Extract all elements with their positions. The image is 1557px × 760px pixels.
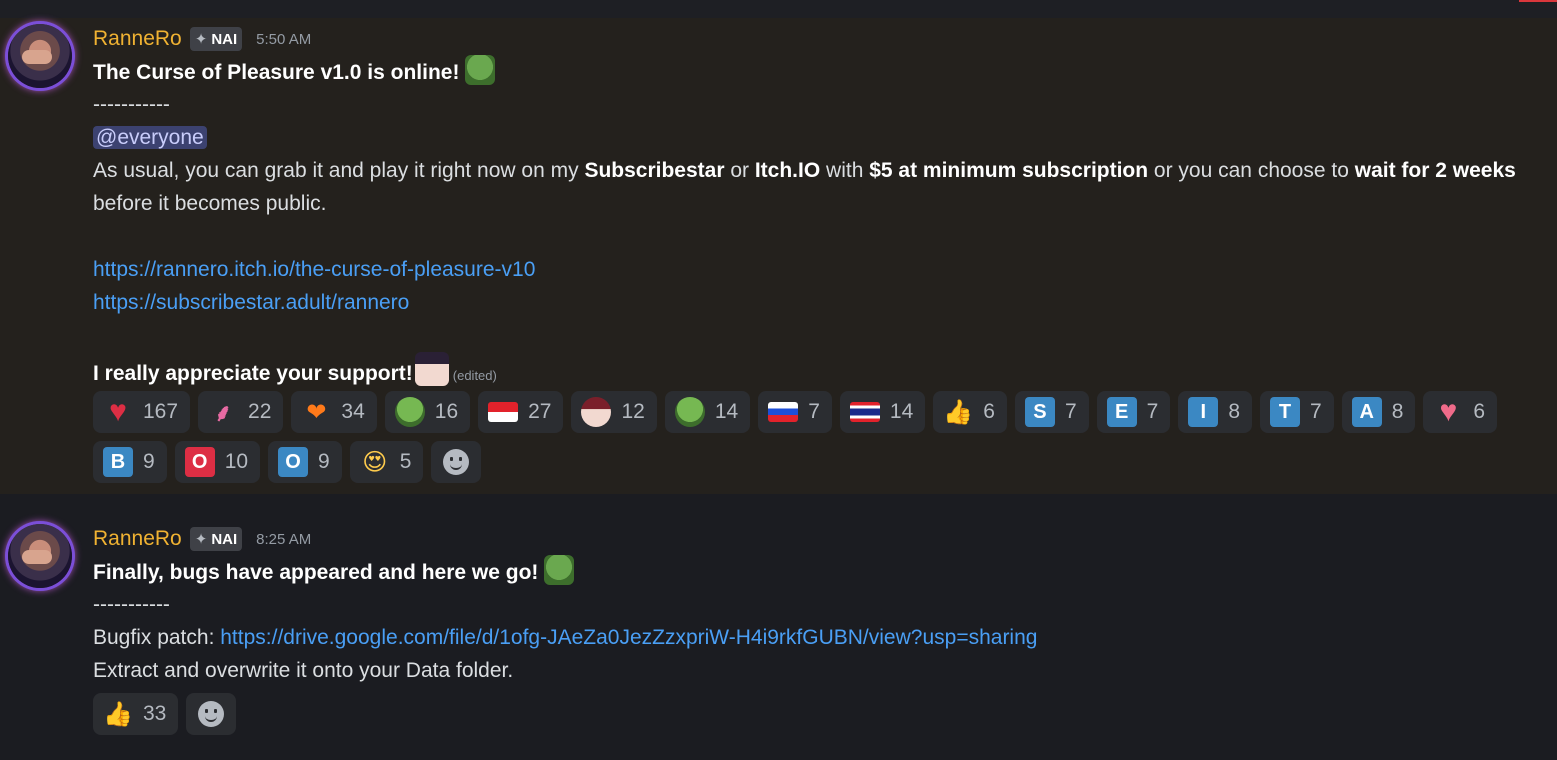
reaction-letter-t[interactable]: T7 (1260, 391, 1334, 433)
subscribestar-link[interactable]: https://subscribestar.adult/rannero (93, 291, 409, 314)
add-reaction-button[interactable] (431, 441, 482, 483)
red-heart-icon: ♥ (109, 395, 127, 428)
o-button-red-icon: O (184, 447, 215, 477)
b-button-icon: B (103, 447, 133, 477)
message-title-line: The Curse of Pleasure v1.0 is online! (93, 55, 1533, 88)
username[interactable]: RanneRo (93, 27, 182, 51)
everyone-mention[interactable]: @everyone (93, 126, 207, 149)
regional-i-icon: I (1188, 397, 1219, 427)
reaction-heart-on-fire[interactable]: ❤ 34 (291, 391, 377, 433)
add-reaction-icon (198, 701, 225, 727)
thanks-text: I really appreciate your support! (93, 362, 413, 385)
timestamp[interactable]: 5:50 AM (256, 31, 311, 48)
sparkle-icon: ✦ (194, 31, 208, 48)
edited-label: (edited) (452, 368, 497, 383)
regional-e-icon: E (1106, 397, 1137, 427)
thailand-flag-icon (849, 402, 880, 422)
reaction-anime-face[interactable]: 12 (571, 391, 657, 433)
reaction-sparkling-heart[interactable]: ♥ 6 (1423, 391, 1498, 433)
reaction-letter-e[interactable]: E7 (1096, 391, 1171, 433)
server-tag-label: NAI (211, 530, 238, 548)
russia-flag-icon (768, 402, 799, 422)
reaction-thumbs-up[interactable]: 👍 6 (933, 391, 1007, 433)
message-title: The Curse of Pleasure v1.0 is online! (93, 61, 460, 84)
pink-custom-emoji-icon: ⸙ (214, 399, 233, 427)
add-reaction-button[interactable] (186, 693, 237, 735)
message-content: The Curse of Pleasure v1.0 is online! --… (93, 55, 1533, 386)
sparkle-icon: ✦ (194, 531, 208, 548)
anime-face-emoji-icon[interactable] (414, 352, 449, 386)
sparkling-heart-icon: ♥ (1439, 395, 1458, 428)
channel-top-bar (0, 0, 1557, 18)
reaction-pink-custom[interactable]: ⸙ 22 (198, 391, 284, 433)
indonesia-flag-icon (488, 402, 519, 422)
reaction-indonesia-flag[interactable]: 27 (478, 391, 564, 433)
reaction-letter-i[interactable]: I8 (1178, 391, 1252, 433)
thumbs-up-icon: 👍 (943, 398, 974, 426)
reaction-letter-o-red[interactable]: O 10 (174, 441, 261, 483)
pepe-emoji-icon (674, 397, 705, 427)
announcement-paragraph: As usual, you can grab it and play it ri… (93, 159, 1516, 215)
message-content: Finally, bugs have appeared and here we … (93, 555, 1533, 687)
timestamp[interactable]: 8:25 AM (256, 531, 311, 548)
message-title: Finally, bugs have appeared and here we … (93, 561, 539, 584)
reaction-letter-o-blue[interactable]: O9 (268, 441, 342, 483)
reaction-thumbs-up[interactable]: 👍 33 (93, 693, 179, 735)
message-header: RanneRo ✦ NAI 5:50 AM (93, 26, 311, 52)
drive-link[interactable]: https://drive.google.com/file/d/1ofg-JAe… (220, 626, 1037, 649)
pepe-emoji-icon[interactable] (465, 55, 496, 85)
reaction-pepe[interactable]: 16 (384, 391, 471, 433)
o-button-blue-icon: O (278, 447, 309, 477)
server-tag[interactable]: ✦ NAI (189, 27, 243, 51)
reaction-heart-eyes[interactable]: 😍 5 (349, 441, 424, 483)
reaction-letter-s[interactable]: S7 (1014, 391, 1089, 433)
avatar[interactable] (8, 24, 72, 88)
notification-indicator (1519, 0, 1557, 2)
reaction-russia-flag[interactable]: 7 (758, 391, 832, 433)
reaction-letter-b[interactable]: B9 (93, 441, 167, 483)
message-2: RanneRo ✦ NAI 8:25 AM Finally, bugs have… (0, 518, 1557, 760)
server-tag[interactable]: ✦ NAI (189, 527, 243, 551)
thumbs-up-icon: 👍 (103, 700, 133, 728)
extract-text: Extract and overwrite it onto your Data … (93, 659, 514, 682)
message-1: RanneRo ✦ NAI 5:50 AM The Curse of Pleas… (0, 18, 1557, 494)
anime-face-emoji-icon (581, 397, 612, 427)
server-tag-label: NAI (211, 30, 238, 48)
reaction-red-heart[interactable]: ♥ 167 (93, 391, 191, 433)
reaction-letter-a[interactable]: A8 (1341, 391, 1416, 433)
divider-text: ----------- (93, 593, 170, 616)
reactions-bar: 👍 33 (93, 693, 1513, 735)
patch-line: Bugfix patch: https://drive.google.com/f… (93, 626, 1038, 649)
add-reaction-icon (443, 449, 470, 475)
avatar[interactable] (8, 524, 72, 588)
divider-text: ----------- (93, 93, 170, 116)
pepe-emoji-icon[interactable] (544, 555, 575, 585)
pepe-emoji-icon (394, 397, 425, 427)
reaction-thailand-flag[interactable]: 14 (839, 391, 926, 433)
reactions-bar: ♥ 167 ⸙ 22 ❤ 34 16 27 12 14 7 14 👍 6 S7 E7 I… (93, 391, 1513, 483)
heart-eyes-icon: 😍 (362, 448, 388, 476)
regional-t-icon: T (1270, 397, 1300, 427)
message-header: RanneRo ✦ NAI 8:25 AM (93, 526, 311, 552)
regional-s-icon: S (1024, 397, 1055, 427)
username[interactable]: RanneRo (93, 527, 182, 551)
reaction-pepe-2[interactable]: 14 (664, 391, 751, 433)
itch-link[interactable]: https://rannero.itch.io/the-curse-of-ple… (93, 258, 535, 281)
heart-on-fire-icon: ❤ (306, 398, 327, 426)
regional-a-icon: A (1351, 397, 1382, 427)
